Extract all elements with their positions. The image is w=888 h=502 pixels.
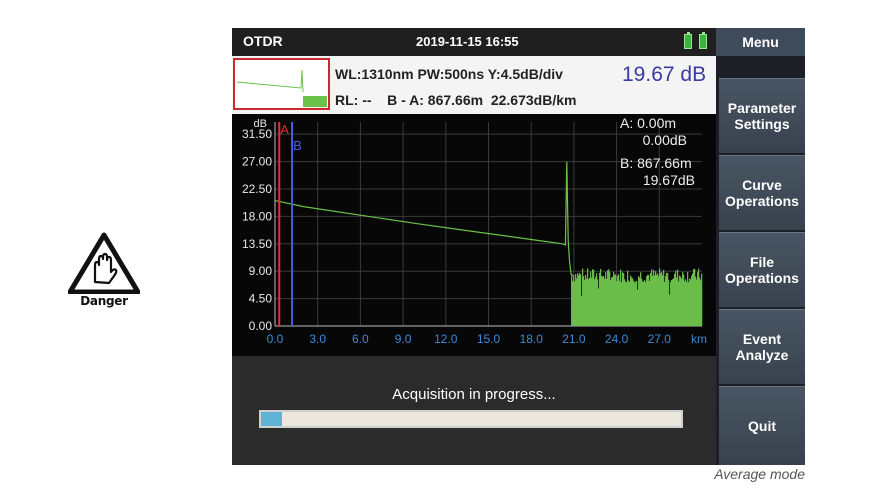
mode-caption: Average mode — [714, 466, 805, 482]
x-tick-label: 21.0 — [562, 332, 586, 346]
cursor-readout-a-db: 0.00dB — [643, 132, 687, 148]
hand-warning-icon — [67, 232, 141, 295]
progress-fill — [261, 412, 282, 426]
app-title: OTDR — [243, 33, 283, 49]
battery-icon — [699, 32, 707, 49]
cursor-readout-b-pos: B: 867.66m — [620, 155, 692, 171]
menu-title: Menu — [716, 28, 805, 56]
cursor-readout-a-pos: A: 0.00m — [620, 115, 676, 131]
trace-thumbnail[interactable] — [233, 58, 330, 110]
noise-bar — [701, 273, 703, 326]
danger-label: Danger — [80, 294, 128, 308]
event-analyze-button[interactable]: Event Analyze — [719, 309, 805, 384]
y-axis-label: dB — [254, 118, 267, 130]
title-bar: OTDR 2019-11-15 16:55 — [232, 28, 716, 56]
y-tick-label: 9.00 — [249, 264, 273, 278]
x-tick-label: 0.0 — [267, 332, 284, 346]
y-tick-label: 18.00 — [242, 209, 272, 223]
status-text: Acquisition in progress... — [392, 386, 556, 403]
file-operations-button[interactable]: File Operations — [719, 232, 805, 307]
trace-line — [274, 161, 575, 277]
datetime: 2019-11-15 16:55 — [416, 34, 519, 49]
x-tick-label: 24.0 — [605, 332, 629, 346]
acquisition-progress-bar — [259, 410, 683, 428]
x-tick-label: 18.0 — [520, 332, 544, 346]
x-tick-label: 27.0 — [648, 332, 672, 346]
y-tick-label: 4.50 — [249, 292, 273, 306]
cursor-b-label: B — [293, 138, 302, 153]
info-panel: WL:1310nm PW:500ns Y:4.5dB/div RL: -- B … — [232, 56, 716, 114]
sidebar-menu: Parameter Settings Curve Operations File… — [716, 56, 805, 465]
y-tick-label: 27.00 — [242, 155, 272, 169]
x-tick-label: 15.0 — [477, 332, 501, 346]
x-axis-unit: km — [691, 332, 707, 346]
measurement-params: WL:1310nm PW:500ns Y:4.5dB/div — [335, 66, 563, 82]
x-tick-label: 12.0 — [434, 332, 458, 346]
cursor-readout-b-db: 19.67dB — [643, 172, 695, 188]
status-panel: Acquisition in progress... — [232, 356, 716, 465]
curve-operations-button[interactable]: Curve Operations — [719, 155, 805, 230]
danger-sign: Danger — [67, 232, 141, 314]
y-tick-label: 22.50 — [242, 182, 272, 196]
y-tick-label: 13.50 — [242, 237, 272, 251]
x-tick-label: 6.0 — [352, 332, 369, 346]
thumbnail-trace — [236, 69, 327, 107]
quit-button[interactable]: Quit — [719, 386, 805, 465]
y-tick-label: 0.00 — [249, 319, 273, 333]
otdr-trace-chart[interactable]: 31.50 27.00 22.50 18.00 13.50 9.00 4.50 0.00 0.0… — [232, 114, 716, 356]
battery-icon — [684, 32, 692, 49]
cursor-a-label: A — [280, 122, 289, 137]
segment-readout: RL: -- B - A: 867.66m 22.673dB/km — [335, 92, 577, 108]
x-tick-label: 3.0 — [309, 332, 326, 346]
parameter-settings-button[interactable]: Parameter Settings — [719, 78, 805, 153]
otdr-screen: OTDR 2019-11-15 16:55 Menu Parameter Set… — [232, 28, 805, 465]
loss-value: 19.67 dB — [622, 63, 707, 86]
x-tick-label: 9.0 — [395, 332, 412, 346]
chart-canvas: 31.5027.0022.5018.0013.509.004.500.000.0… — [242, 115, 707, 346]
